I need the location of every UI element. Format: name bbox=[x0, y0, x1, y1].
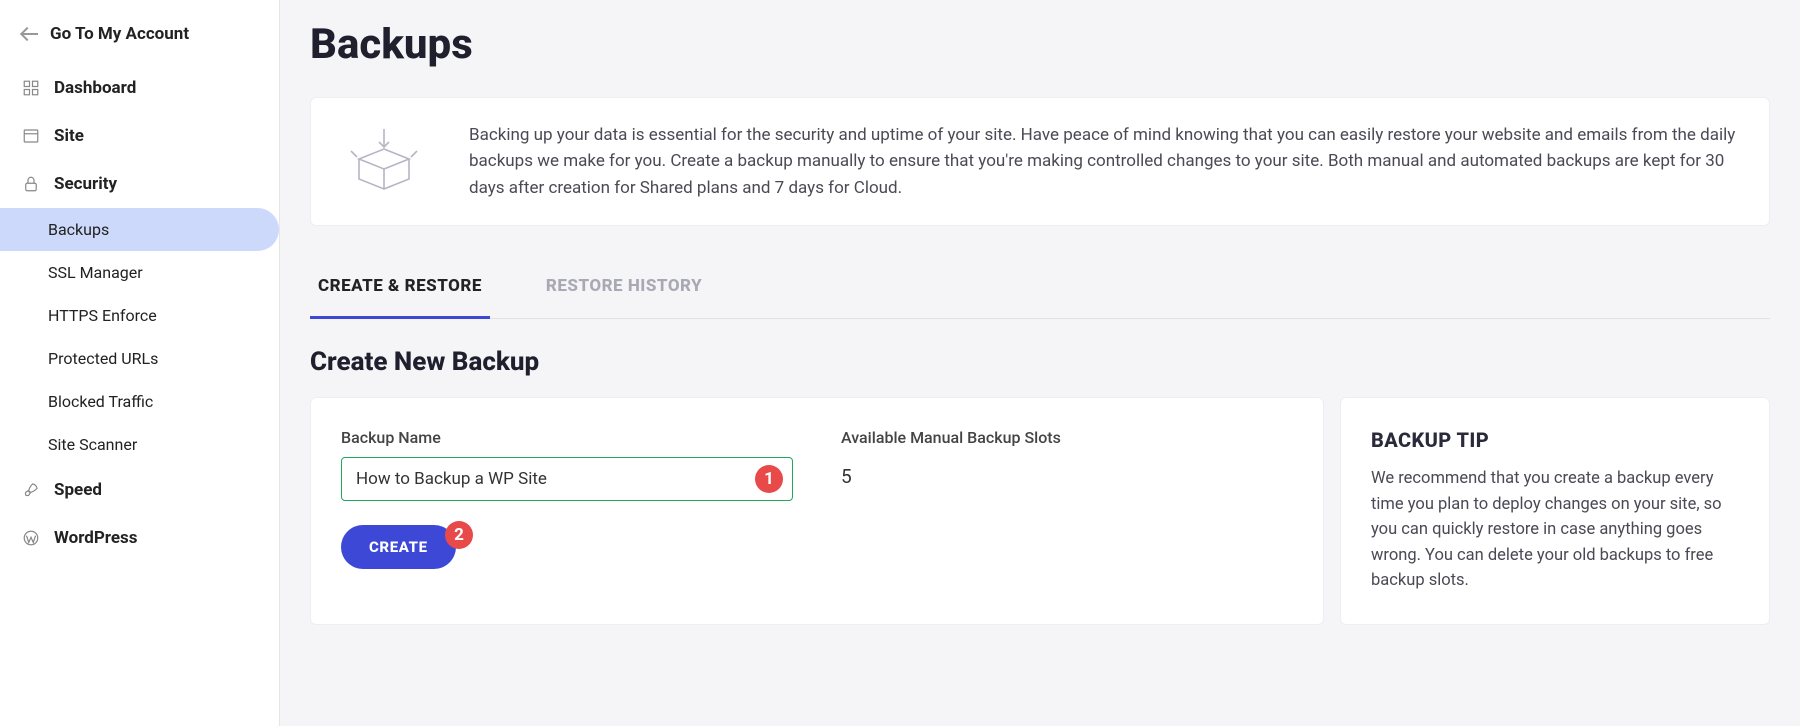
sidebar-item-wordpress[interactable]: WordPress bbox=[0, 514, 279, 562]
main-content: Backups Backing up your data is essentia… bbox=[280, 0, 1800, 726]
sidebar-item-site[interactable]: Site bbox=[0, 112, 279, 160]
sidebar-item-security[interactable]: Security bbox=[0, 160, 279, 208]
rocket-icon bbox=[22, 481, 40, 499]
sidebar-subitem-blocked-traffic[interactable]: Blocked Traffic bbox=[0, 380, 279, 423]
browser-icon bbox=[22, 127, 40, 145]
lock-icon bbox=[22, 175, 40, 193]
backup-name-label: Backup Name bbox=[341, 428, 793, 447]
arrow-left-icon bbox=[22, 33, 38, 35]
sidebar: Go To My Account Dashboard Site Security… bbox=[0, 0, 280, 726]
wordpress-icon bbox=[22, 529, 40, 547]
sidebar-subitem-https-enforce[interactable]: HTTPS Enforce bbox=[0, 294, 279, 337]
sidebar-subitem-protected-urls[interactable]: Protected URLs bbox=[0, 337, 279, 380]
account-link-label: Go To My Account bbox=[50, 24, 189, 44]
sidebar-item-label: WordPress bbox=[54, 528, 138, 548]
tip-title: BACKUP TIP bbox=[1371, 428, 1739, 452]
tip-text: We recommend that you create a backup ev… bbox=[1371, 466, 1739, 594]
backup-box-icon bbox=[339, 127, 429, 197]
sidebar-item-label: Speed bbox=[54, 480, 102, 500]
intro-card: Backing up your data is essential for th… bbox=[310, 97, 1770, 226]
sidebar-subitem-backups[interactable]: Backups bbox=[0, 208, 279, 251]
tabs: CREATE & RESTORE RESTORE HISTORY bbox=[310, 254, 1770, 319]
sidebar-subitem-ssl-manager[interactable]: SSL Manager bbox=[0, 251, 279, 294]
grid-icon bbox=[22, 79, 40, 97]
sidebar-item-speed[interactable]: Speed bbox=[0, 466, 279, 514]
intro-text: Backing up your data is essential for th… bbox=[469, 122, 1741, 201]
tab-restore-history[interactable]: RESTORE HISTORY bbox=[538, 254, 710, 318]
sidebar-item-dashboard[interactable]: Dashboard bbox=[0, 64, 279, 112]
create-button[interactable]: CREATE bbox=[341, 525, 456, 569]
page-title: Backups bbox=[310, 20, 1770, 69]
backup-name-input[interactable] bbox=[341, 457, 793, 501]
section-title: Create New Backup bbox=[310, 347, 1770, 377]
sidebar-item-label: Site bbox=[54, 126, 84, 146]
annotation-badge-1: 1 bbox=[755, 465, 783, 493]
tip-panel: BACKUP TIP We recommend that you create … bbox=[1340, 397, 1770, 625]
account-link[interactable]: Go To My Account bbox=[0, 18, 279, 64]
slots-value: 5 bbox=[841, 457, 1293, 488]
slots-label: Available Manual Backup Slots bbox=[841, 428, 1293, 447]
tab-create-restore[interactable]: CREATE & RESTORE bbox=[310, 254, 490, 318]
sidebar-item-label: Dashboard bbox=[54, 78, 136, 98]
create-panel: Backup Name 1 CREATE 2 Available Manual … bbox=[310, 397, 1324, 625]
annotation-badge-2: 2 bbox=[445, 521, 473, 549]
sidebar-subitem-site-scanner[interactable]: Site Scanner bbox=[0, 423, 279, 466]
sidebar-item-label: Security bbox=[54, 174, 117, 194]
